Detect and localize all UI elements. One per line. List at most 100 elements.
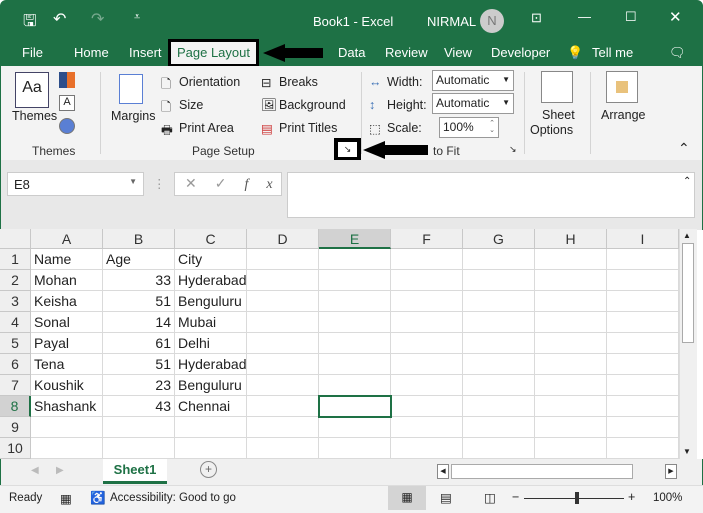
cell-D5[interactable] [247, 333, 319, 354]
tab-file[interactable]: File [22, 45, 43, 60]
insert-function-icon[interactable]: fx [244, 177, 290, 192]
cancel-icon[interactable]: ✕ [185, 175, 215, 191]
height-dropdown[interactable]: Automatic ▼ [432, 93, 514, 114]
sheet-tab-sheet1[interactable]: Sheet1 [103, 459, 167, 484]
cell-C4[interactable]: Mubai [175, 312, 247, 333]
cell-D4[interactable] [247, 312, 319, 333]
column-header-F[interactable]: F [391, 229, 463, 249]
scale-spinner[interactable]: 100% ⌃ ⌄ [439, 117, 499, 138]
margins-icon[interactable] [119, 74, 143, 104]
page-setup-dialog-launcher[interactable]: ↘ [334, 138, 361, 161]
cell-H5[interactable] [535, 333, 607, 354]
spinner-arrows-icon[interactable]: ⌃ ⌄ [489, 120, 495, 134]
cell-F5[interactable] [391, 333, 463, 354]
cell-H8[interactable] [535, 396, 607, 417]
zoom-level[interactable]: 100% [653, 492, 682, 504]
scroll-right-icon[interactable]: ▶ [665, 464, 677, 479]
cell-F9[interactable] [391, 417, 463, 438]
row-header-2[interactable]: 2 [0, 270, 31, 291]
cell-D2[interactable] [247, 270, 319, 291]
horizontal-scroll-thumb[interactable] [451, 464, 633, 479]
cell-F10[interactable] [391, 438, 463, 459]
cell-A8[interactable]: Shashank [31, 396, 103, 417]
row-header-8[interactable]: 8 [0, 396, 31, 417]
tab-page-layout[interactable]: Page Layout [168, 39, 259, 67]
customize-toolbar-icon[interactable]: ⩡ [134, 11, 140, 24]
enter-icon[interactable]: ✓ [215, 175, 245, 191]
cell-E6[interactable] [319, 354, 391, 375]
zoom-slider-thumb[interactable] [575, 492, 579, 504]
cell-D1[interactable] [247, 249, 319, 270]
cell-F1[interactable] [391, 249, 463, 270]
cell-B5[interactable]: 61 [103, 333, 175, 354]
cell-C3[interactable]: Benguluru [175, 291, 247, 312]
cell-I7[interactable] [607, 375, 679, 396]
cell-H10[interactable] [535, 438, 607, 459]
user-name[interactable]: NIRMAL [427, 14, 476, 29]
collapse-ribbon-icon[interactable]: ⌃ [678, 140, 690, 157]
cell-H6[interactable] [535, 354, 607, 375]
comments-icon[interactable]: 🗨 [669, 45, 686, 61]
cell-C5[interactable]: Delhi [175, 333, 247, 354]
cell-I6[interactable] [607, 354, 679, 375]
size-button[interactable]: Size [179, 98, 203, 112]
fonts-icon[interactable]: A [59, 95, 75, 111]
cell-B6[interactable]: 51 [103, 354, 175, 375]
cell-G2[interactable] [463, 270, 535, 291]
vertical-scroll-thumb[interactable] [682, 243, 694, 343]
macro-record-icon[interactable]: ▦ [60, 491, 72, 506]
cell-D10[interactable] [247, 438, 319, 459]
cell-C9[interactable] [175, 417, 247, 438]
cell-G8[interactable] [463, 396, 535, 417]
arrange-button[interactable]: Arrange [601, 108, 645, 122]
scale-dialog-launcher[interactable]: ↘ [509, 144, 517, 155]
cell-G5[interactable] [463, 333, 535, 354]
ribbon-display-icon[interactable]: ⊡ [531, 10, 542, 26]
cell-E3[interactable] [319, 291, 391, 312]
cell-G7[interactable] [463, 375, 535, 396]
cell-E5[interactable] [319, 333, 391, 354]
name-box[interactable]: E8 ▼ [7, 172, 144, 196]
column-header-H[interactable]: H [535, 229, 607, 249]
cell-D3[interactable] [247, 291, 319, 312]
cell-C6[interactable]: Hyderabad [175, 354, 247, 375]
cell-E9[interactable] [319, 417, 391, 438]
expand-formula-icon[interactable]: ⌃ [683, 176, 691, 187]
cell-H4[interactable] [535, 312, 607, 333]
undo-icon[interactable]: ↶ [53, 9, 66, 29]
print-area-button[interactable]: Print Area [179, 121, 234, 135]
cell-G6[interactable] [463, 354, 535, 375]
zoom-in-button[interactable]: + [628, 490, 635, 504]
cell-E10[interactable] [319, 438, 391, 459]
next-sheet-icon[interactable]: ▶ [56, 465, 64, 476]
column-header-B[interactable]: B [103, 229, 175, 249]
tab-view[interactable]: View [444, 45, 472, 60]
cell-D9[interactable] [247, 417, 319, 438]
page-layout-view-button[interactable]: ▤ [440, 490, 452, 505]
add-sheet-button[interactable]: + [200, 461, 217, 478]
tab-data[interactable]: Data [338, 45, 365, 60]
worksheet-grid[interactable]: A B C D E F G H I 1 Name Age City 2 Mohan 33 Hyderabad 3 K… [0, 229, 679, 460]
cell-D6[interactable] [247, 354, 319, 375]
effects-icon[interactable] [59, 118, 75, 134]
colors-icon[interactable] [59, 72, 75, 88]
page-break-view-button[interactable]: ◫ [484, 490, 496, 505]
cell-E2[interactable] [319, 270, 391, 291]
tab-review[interactable]: Review [385, 45, 428, 60]
select-all-button[interactable] [0, 229, 31, 249]
cell-A2[interactable]: Mohan [31, 270, 103, 291]
maximize-button[interactable]: ☐ [625, 9, 637, 25]
close-button[interactable]: ✕ [669, 8, 682, 26]
cell-I5[interactable] [607, 333, 679, 354]
cell-F6[interactable] [391, 354, 463, 375]
print-titles-button[interactable]: Print Titles [279, 121, 337, 135]
cell-F4[interactable] [391, 312, 463, 333]
scroll-down-icon[interactable]: ▼ [683, 447, 691, 456]
cell-I1[interactable] [607, 249, 679, 270]
cell-B9[interactable] [103, 417, 175, 438]
column-header-E[interactable]: E [319, 229, 391, 249]
cell-A10[interactable] [31, 438, 103, 459]
cell-I8[interactable] [607, 396, 679, 417]
sheet-options-icon[interactable] [541, 71, 573, 103]
arrange-icon[interactable] [606, 71, 638, 103]
